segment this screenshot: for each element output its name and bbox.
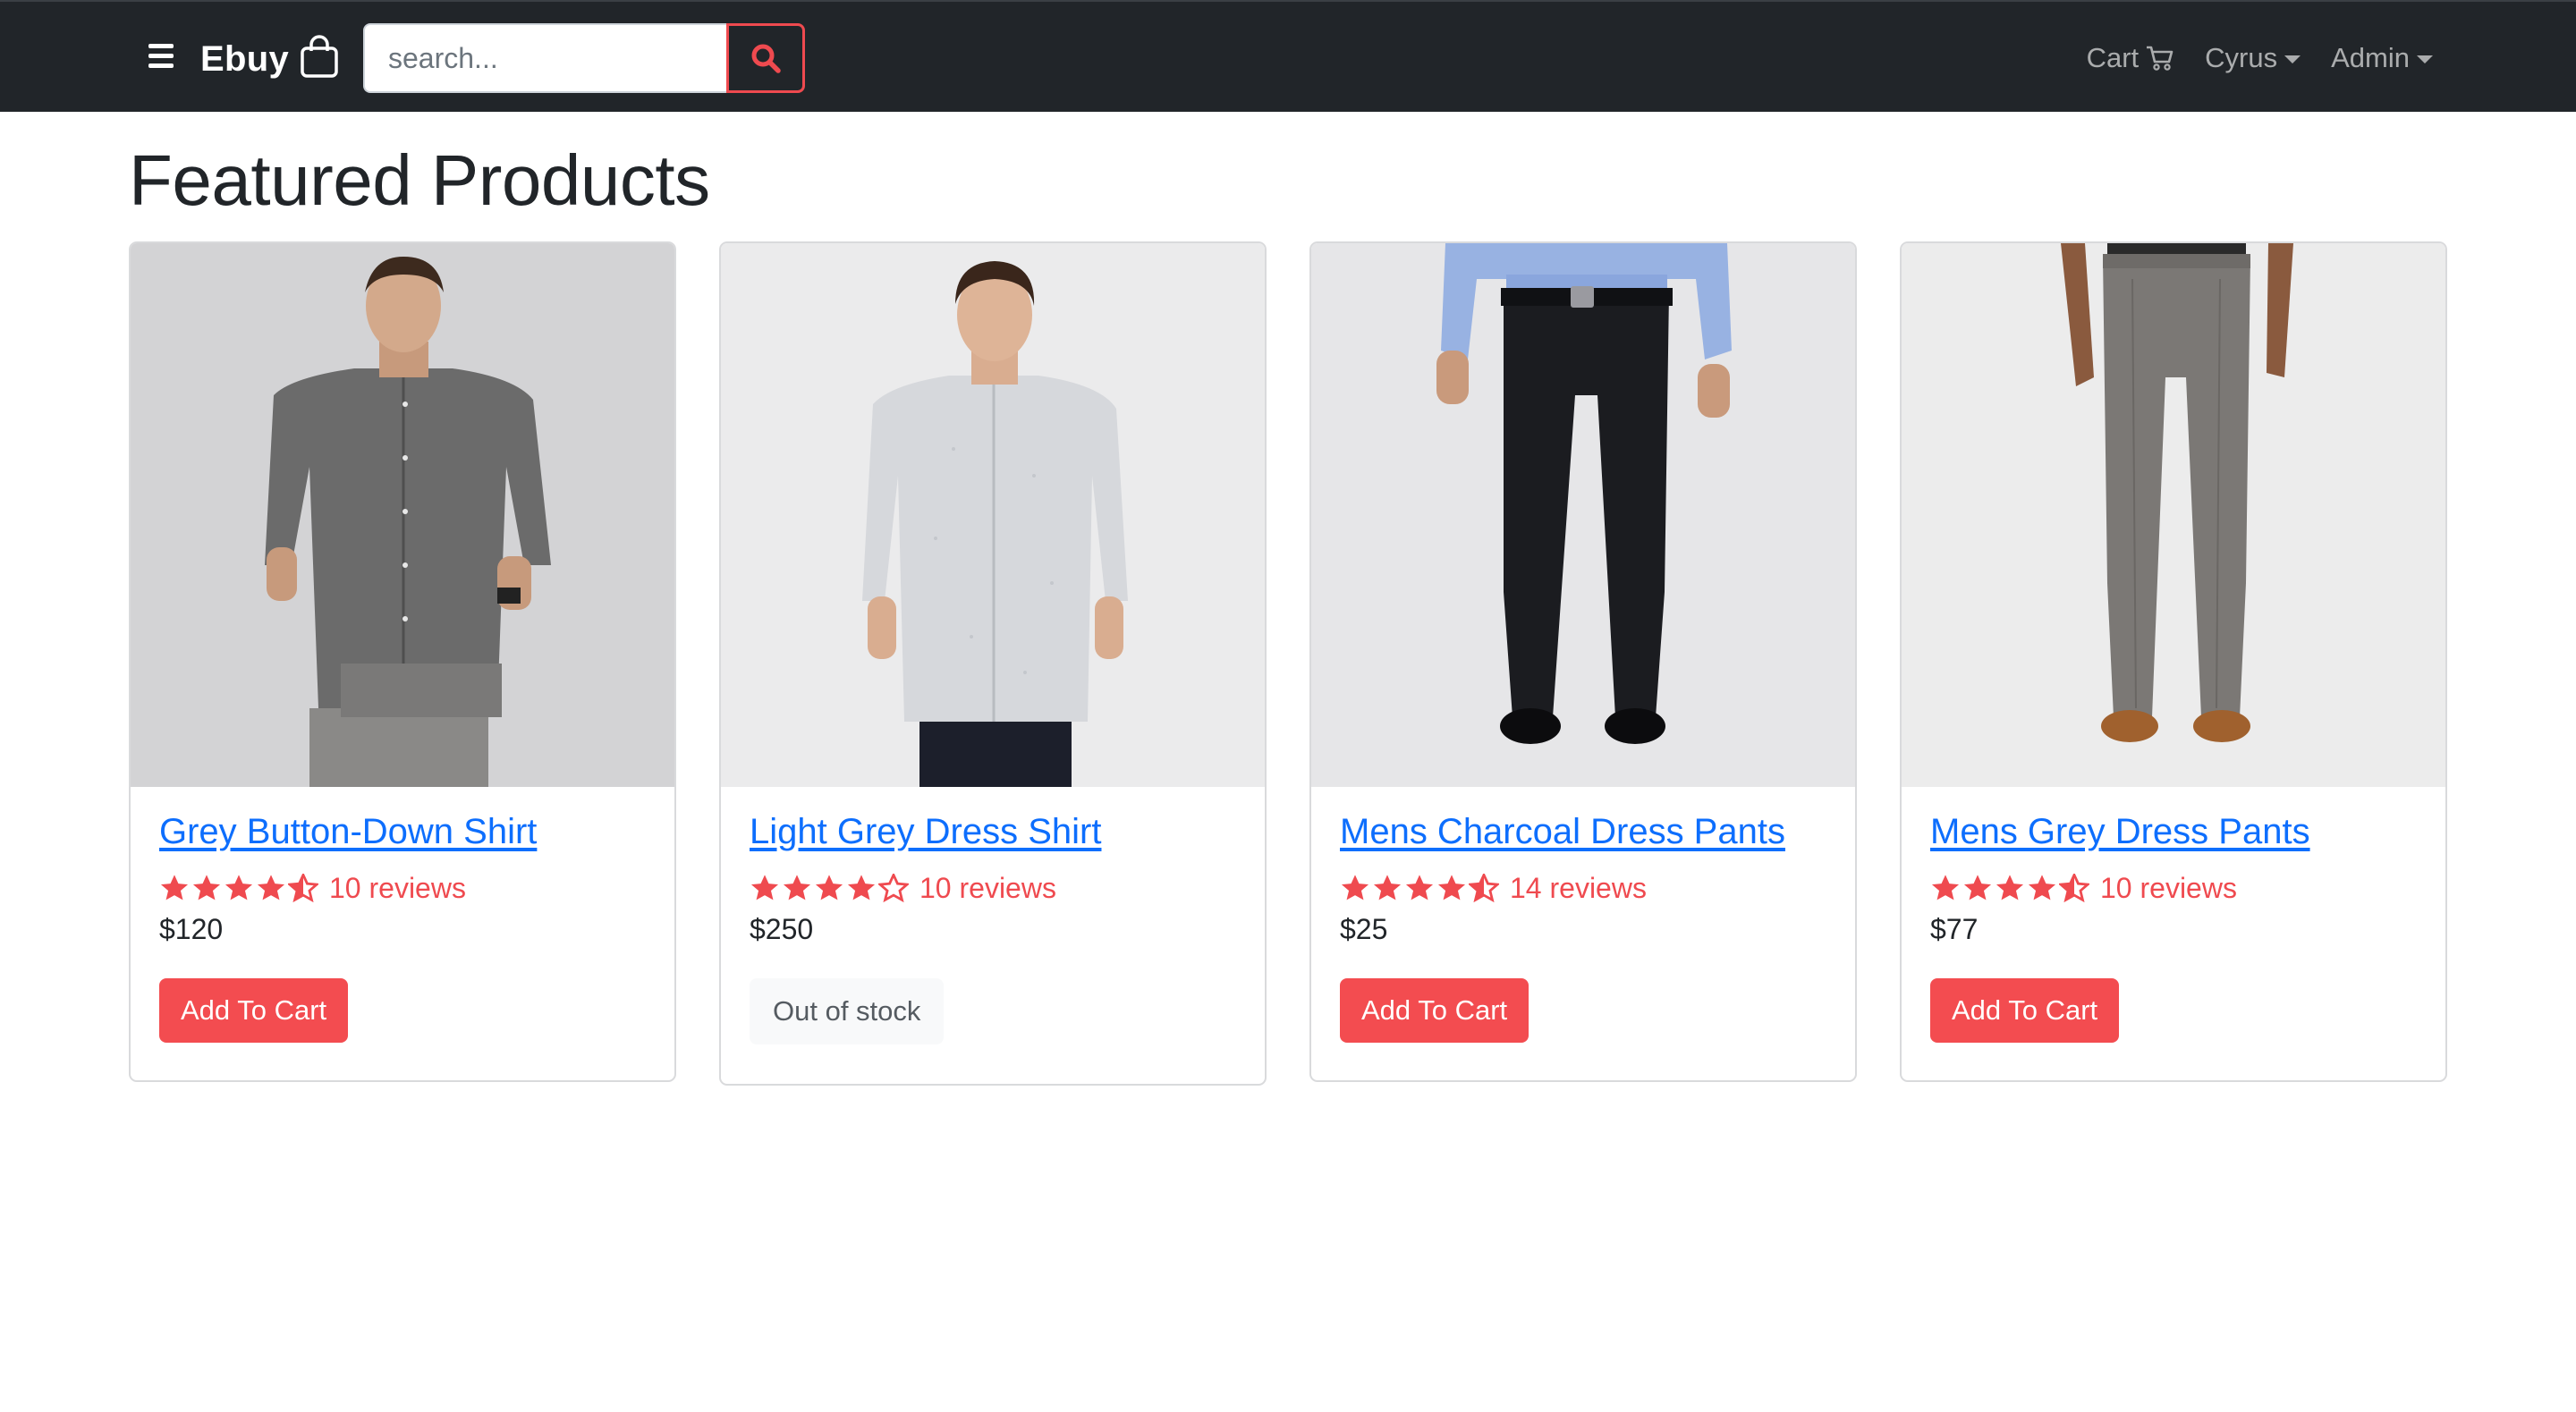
card-body: Mens Grey Dress Pants 10 reviews $77 Add… bbox=[1902, 787, 2445, 1071]
product-title-link[interactable]: Mens Charcoal Dress Pants bbox=[1340, 812, 1785, 852]
product-price: $250 bbox=[750, 913, 814, 945]
star-rating bbox=[159, 874, 320, 902]
product-price: $77 bbox=[1930, 913, 1979, 945]
product-price: $120 bbox=[159, 913, 224, 945]
admin-dropdown[interactable]: Admin bbox=[2331, 42, 2433, 74]
card-body: Light Grey Dress Shirt 10 reviews $250 O… bbox=[721, 787, 1265, 1073]
star-icon bbox=[815, 875, 843, 900]
user-label: Cyrus bbox=[2205, 42, 2278, 73]
rating: 10 reviews bbox=[1930, 870, 2417, 906]
star-icon bbox=[750, 875, 779, 900]
review-count: 10 reviews bbox=[919, 871, 1056, 904]
star-half-icon bbox=[288, 874, 318, 902]
star-icon bbox=[225, 875, 253, 900]
search-button[interactable] bbox=[726, 23, 805, 93]
caret-down-icon bbox=[2284, 55, 2301, 63]
add-to-cart-button[interactable]: Add To Cart bbox=[1340, 978, 1530, 1043]
star-icon bbox=[2028, 875, 2056, 900]
star-icon bbox=[257, 875, 285, 900]
review-count: 14 reviews bbox=[1510, 871, 1647, 904]
star-empty-icon bbox=[878, 874, 909, 902]
brand-logo[interactable]: Ebuy bbox=[200, 34, 339, 84]
star-icon bbox=[1373, 875, 1402, 900]
product-title-link[interactable]: Grey Button-Down Shirt bbox=[159, 812, 537, 852]
navbar: Ebuy Cart Cyrus Admin bbox=[0, 0, 2576, 112]
star-icon bbox=[783, 875, 811, 900]
user-dropdown[interactable]: Cyrus bbox=[2205, 42, 2301, 74]
star-half-icon bbox=[1469, 874, 1499, 902]
caret-down-icon bbox=[2417, 55, 2433, 63]
review-count: 10 reviews bbox=[2100, 871, 2237, 904]
product-card: Mens Charcoal Dress Pants 14 reviews $25… bbox=[1309, 241, 1857, 1082]
brand-name: Ebuy bbox=[200, 38, 289, 79]
nav-links: Cart Cyrus Admin bbox=[2087, 36, 2433, 80]
out-of-stock-button: Out of stock bbox=[750, 978, 945, 1044]
star-icon bbox=[1931, 875, 1960, 900]
cart-icon bbox=[2147, 46, 2174, 71]
star-rating bbox=[1340, 874, 1501, 902]
star-icon bbox=[1996, 875, 2024, 900]
product-price: $25 bbox=[1340, 913, 1388, 945]
star-rating bbox=[750, 874, 911, 902]
card-body: Grey Button-Down Shirt 10 reviews $120 A… bbox=[131, 787, 674, 1071]
product-image[interactable] bbox=[1311, 243, 1855, 787]
star-icon bbox=[1437, 875, 1466, 900]
star-icon bbox=[1963, 875, 1992, 900]
search-input[interactable] bbox=[363, 23, 726, 93]
product-title-link[interactable]: Mens Grey Dress Pants bbox=[1930, 812, 2310, 852]
star-icon bbox=[1405, 875, 1434, 900]
product-card: Mens Grey Dress Pants 10 reviews $77 Add… bbox=[1900, 241, 2447, 1082]
star-half-icon bbox=[2059, 874, 2089, 902]
review-count: 10 reviews bbox=[329, 871, 466, 904]
star-rating bbox=[1930, 874, 2091, 902]
add-to-cart-button[interactable]: Add To Cart bbox=[159, 978, 349, 1043]
product-image[interactable] bbox=[1902, 243, 2445, 787]
product-card: Light Grey Dress Shirt 10 reviews $250 O… bbox=[719, 241, 1267, 1086]
rating: 14 reviews bbox=[1340, 870, 1826, 906]
rating: 10 reviews bbox=[159, 870, 646, 906]
star-icon bbox=[192, 875, 221, 900]
rating: 10 reviews bbox=[750, 870, 1236, 906]
star-icon bbox=[160, 875, 189, 900]
admin-label: Admin bbox=[2331, 42, 2410, 73]
star-icon bbox=[847, 875, 876, 900]
add-to-cart-button[interactable]: Add To Cart bbox=[1930, 978, 2120, 1043]
menu-icon[interactable] bbox=[148, 44, 175, 72]
star-icon bbox=[1341, 875, 1369, 900]
cart-label: Cart bbox=[2086, 42, 2140, 73]
search-form bbox=[363, 23, 805, 93]
search-icon bbox=[751, 44, 781, 73]
page-title: Featured Products bbox=[129, 140, 710, 220]
card-body: Mens Charcoal Dress Pants 14 reviews $25… bbox=[1311, 787, 1855, 1071]
shopping-bag-icon bbox=[301, 35, 338, 78]
product-card: Grey Button-Down Shirt 10 reviews $120 A… bbox=[129, 241, 676, 1082]
cart-link[interactable]: Cart bbox=[2087, 42, 2175, 74]
product-title-link[interactable]: Light Grey Dress Shirt bbox=[750, 812, 1101, 852]
product-image[interactable] bbox=[721, 243, 1265, 787]
product-image[interactable] bbox=[131, 243, 674, 787]
